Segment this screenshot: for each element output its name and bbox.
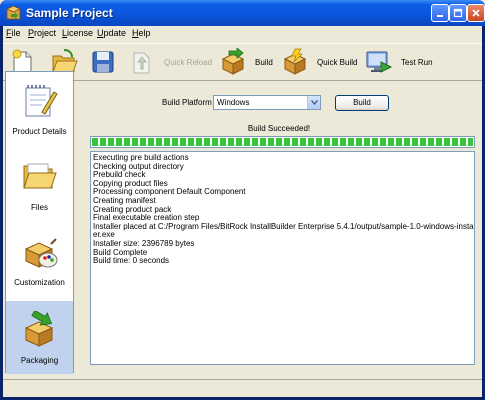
maximize-button[interactable]: [449, 4, 467, 22]
sidebar-item-label: Customization: [14, 278, 65, 287]
quick-reload-label: Quick Reload: [164, 57, 213, 67]
title-bar[interactable]: Sample Project: [0, 0, 485, 26]
minimize-button[interactable]: [431, 4, 449, 22]
packaging-panel: Build Platform Windows Build Build Succe…: [80, 83, 478, 373]
save-project-button[interactable]: [90, 47, 116, 77]
log-line: Checking output directory: [93, 161, 184, 171]
sidebar-item-label: Product Details: [12, 127, 67, 136]
package-icon: [24, 311, 54, 347]
menu-update[interactable]: Update: [97, 28, 126, 38]
menu-bar: File Project License Update Help: [3, 26, 482, 43]
build-label: Build: [255, 57, 273, 67]
test-run-icon: [366, 51, 393, 73]
sidebar-item-packaging[interactable]: Packaging: [6, 301, 73, 374]
menu-help[interactable]: Help: [132, 28, 151, 38]
build-platform-label: Build Platform: [162, 98, 212, 107]
progress-fill: [92, 138, 473, 146]
build-box-icon: [221, 48, 245, 75]
sidebar-item-label: Packaging: [20, 356, 59, 365]
log-line: Installer size: 2396789 bytes: [93, 238, 195, 248]
menu-file[interactable]: File: [6, 28, 21, 38]
toolbar: Quick Reload Build Quick Build Test Run: [3, 43, 482, 81]
chevron-down-icon: [310, 100, 318, 105]
sidebar-item-product-details[interactable]: Product Details: [6, 72, 73, 145]
status-bar: [3, 379, 482, 397]
build-platform-value: Windows: [217, 98, 250, 107]
save-disk-icon: [92, 51, 114, 73]
maximize-icon: [453, 8, 463, 18]
test-run-button[interactable]: Test Run: [365, 47, 433, 77]
window-title: Sample Project: [26, 6, 113, 20]
dropdown-button[interactable]: [307, 96, 320, 109]
client-area: File Project License Update Help Quick R…: [3, 26, 482, 397]
notepad-icon: [25, 85, 58, 117]
quick-build-label: Quick Build: [317, 57, 358, 67]
folder-icon: [23, 163, 57, 189]
quick-build-icon: [283, 48, 307, 75]
quick-build-button[interactable]: Quick Build: [281, 47, 357, 77]
close-icon: [472, 9, 480, 17]
app-window: Sample Project File Project License Upda…: [0, 0, 485, 400]
sidebar: Product Details Files Customization Pack…: [5, 71, 74, 374]
app-icon: [6, 5, 21, 20]
log-line: Installer placed at C:/Program Files/Bit…: [93, 221, 475, 231]
palette-icon: [24, 238, 58, 268]
log-line: Build time: 0 seconds: [93, 256, 170, 266]
sidebar-item-files[interactable]: Files: [6, 146, 73, 219]
quick-reload-button[interactable]: Quick Reload: [130, 47, 212, 77]
build-log[interactable]: Executing pre build actions Checking outp…: [90, 151, 475, 365]
build-button[interactable]: Build: [219, 47, 273, 77]
menu-project[interactable]: Project: [28, 28, 56, 38]
menu-license[interactable]: License: [62, 28, 93, 38]
build-progress-bar: [90, 136, 475, 148]
reload-icon: [133, 52, 150, 74]
sidebar-item-customization[interactable]: Customization: [6, 224, 73, 297]
sidebar-item-label: Files: [31, 203, 48, 212]
build-status-text: Build Succeeded!: [247, 124, 311, 133]
minimize-icon: [437, 15, 443, 17]
build-run-button[interactable]: Build: [335, 95, 389, 111]
test-run-label: Test Run: [401, 57, 433, 67]
close-button[interactable]: [467, 4, 485, 22]
build-platform-select[interactable]: Windows: [213, 95, 321, 110]
